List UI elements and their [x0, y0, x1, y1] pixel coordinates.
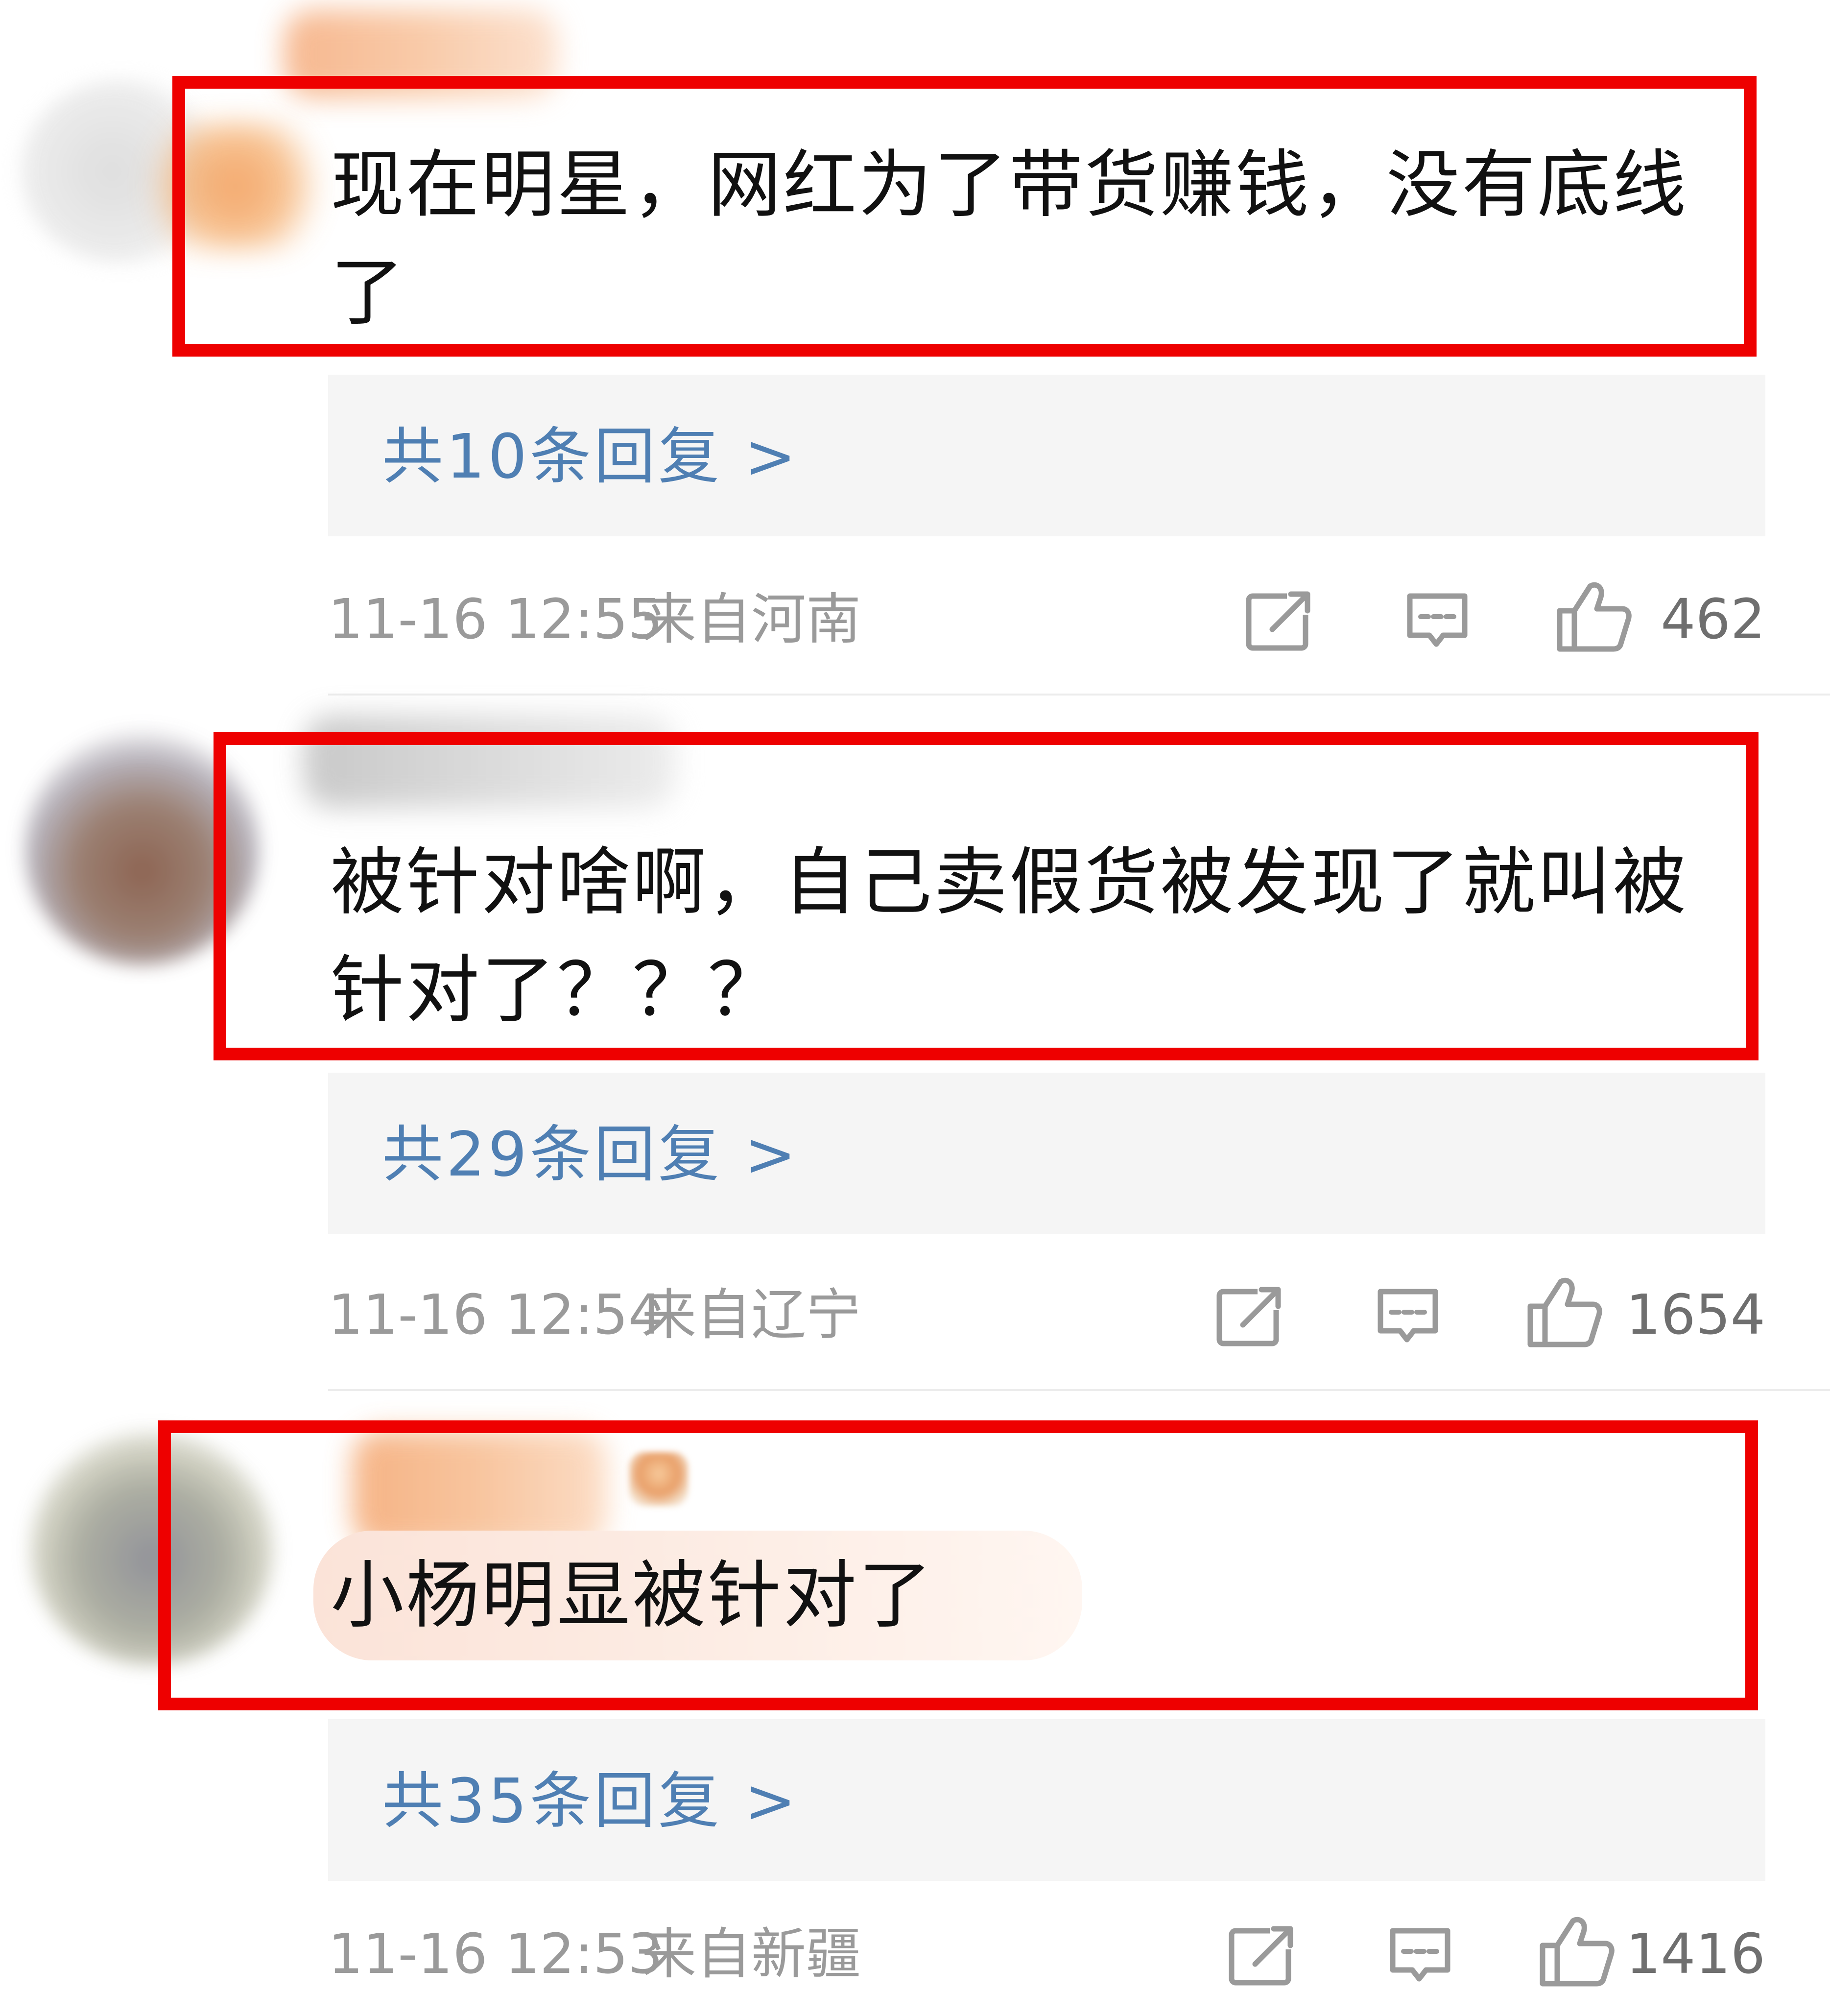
- comment-location: 来自河南: [642, 588, 861, 651]
- share-icon[interactable]: [1214, 1285, 1283, 1348]
- comment-icon[interactable]: [1374, 1285, 1442, 1348]
- share-icon[interactable]: [1244, 589, 1312, 653]
- comment-location: 来自新疆: [642, 1922, 861, 1986]
- highlight-box: [158, 1420, 1758, 1710]
- view-replies-link[interactable]: 共35条回复 >: [382, 1762, 799, 1841]
- highlight-box: [172, 76, 1757, 357]
- thumbs-up-icon[interactable]: [1525, 1276, 1604, 1349]
- replies-panel[interactable]: 共29条回复 >: [328, 1073, 1765, 1234]
- comment-icon[interactable]: [1386, 1924, 1454, 1988]
- thumbs-up-icon[interactable]: [1555, 580, 1633, 654]
- share-icon[interactable]: [1227, 1924, 1295, 1988]
- comment-icon[interactable]: [1403, 589, 1472, 653]
- comment-time: 11-16 12:54: [328, 1283, 663, 1347]
- highlight-box: [214, 732, 1759, 1060]
- comment-meta: 11-16 12:55 来自河南 462: [328, 580, 1765, 659]
- replies-panel[interactable]: 共35条回复 >: [328, 1719, 1765, 1881]
- comment-meta: 11-16 12:53 来自新疆 1416: [328, 1915, 1765, 1993]
- comment-time: 11-16 12:55: [328, 588, 663, 651]
- replies-panel[interactable]: 共10条回复 >: [328, 375, 1765, 536]
- view-replies-link[interactable]: 共10条回复 >: [382, 418, 799, 496]
- comment-location: 来自辽宁: [642, 1283, 861, 1347]
- like-count: 1416: [1625, 1922, 1765, 1986]
- comment-meta: 11-16 12:54 来自辽宁 1654: [328, 1276, 1765, 1354]
- thumbs-up-icon[interactable]: [1538, 1915, 1616, 1989]
- like-count: 1654: [1625, 1283, 1765, 1347]
- like-count: 462: [1661, 588, 1765, 651]
- view-replies-link[interactable]: 共29条回复 >: [382, 1116, 799, 1194]
- comment-time: 11-16 12:53: [328, 1922, 663, 1986]
